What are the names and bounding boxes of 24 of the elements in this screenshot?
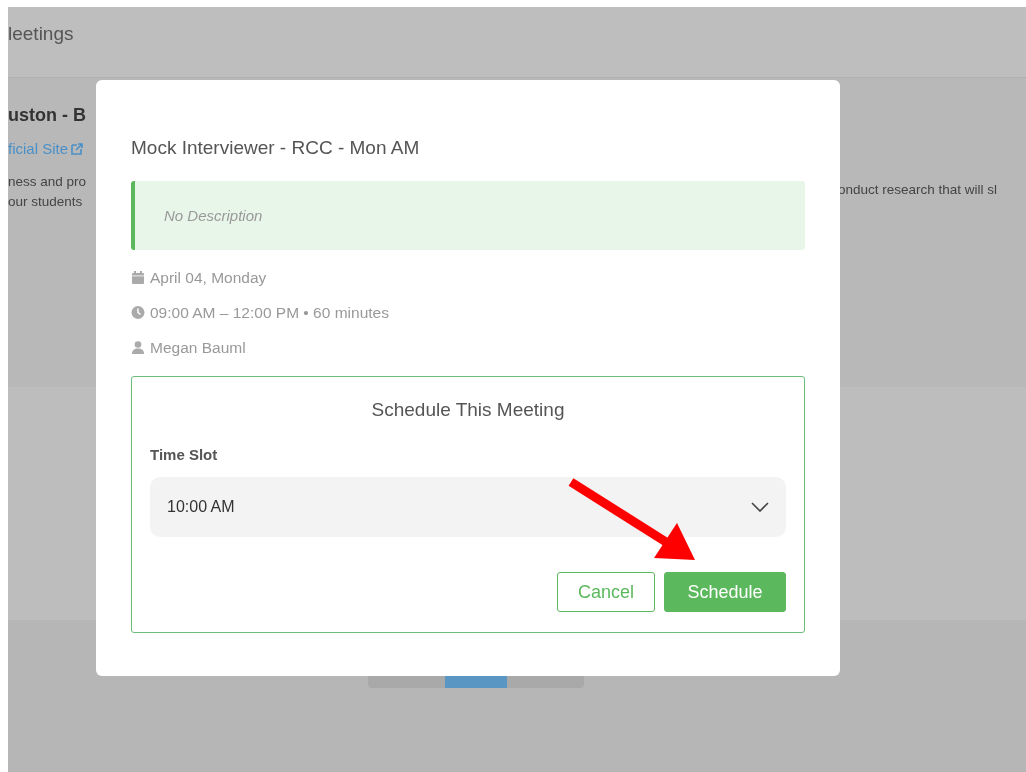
field-label: Time Slot xyxy=(150,446,218,463)
description-text: our students xyxy=(8,194,84,209)
pager-segment[interactable] xyxy=(368,676,445,688)
description-text: No Description xyxy=(164,207,263,224)
detail-text: Megan Bauml xyxy=(150,338,246,357)
pager-segment[interactable] xyxy=(507,676,584,688)
organization-title: uston - B xyxy=(8,105,87,126)
clock-icon xyxy=(131,305,145,320)
time-slot-dropdown[interactable]: 10:00 AM xyxy=(150,477,786,537)
external-link-icon xyxy=(71,142,84,155)
detail-text: 09:00 AM – 12:00 PM • 60 minutes xyxy=(150,303,389,322)
pager-segment[interactable] xyxy=(445,676,507,688)
page-title: leetings xyxy=(8,23,74,45)
detail-text: April 04, Monday xyxy=(150,268,267,287)
description-text: onduct research that will sl xyxy=(838,182,998,197)
official-site-link[interactable]: ficial Site xyxy=(8,140,96,157)
description-text: ness and pro xyxy=(8,174,88,189)
schedule-button[interactable]: Schedule xyxy=(664,572,786,612)
chevron-down-icon xyxy=(751,502,769,512)
cancel-button[interactable]: Cancel xyxy=(557,572,655,612)
dialog-title: Mock Interviewer - RCC - Mon AM xyxy=(131,137,421,159)
person-icon xyxy=(131,340,145,355)
calendar-icon xyxy=(131,270,145,285)
panel-heading: Schedule This Meeting xyxy=(371,399,565,421)
